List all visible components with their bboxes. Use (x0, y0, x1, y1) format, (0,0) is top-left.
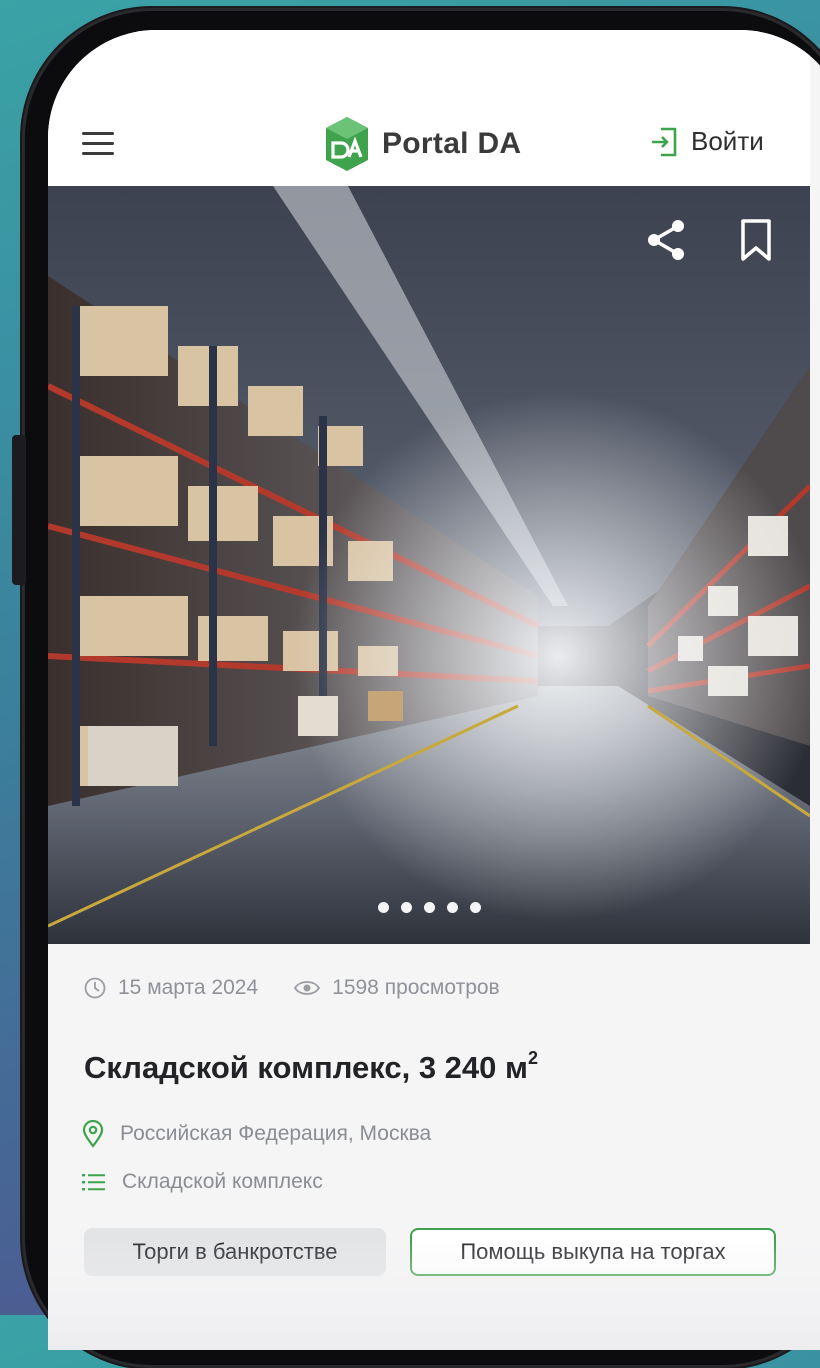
login-label: Войти (691, 126, 764, 156)
phone-side-button (12, 435, 26, 585)
listing-location: Российская Федерация, Москва (82, 1120, 431, 1148)
warehouse-photo (48, 186, 810, 944)
share-icon[interactable] (644, 218, 688, 262)
location-text: Российская Федерация, Москва (120, 1122, 432, 1145)
gallery-dot[interactable] (469, 902, 481, 913)
area-unit-superscript: 2 (527, 1048, 538, 1068)
photo-gallery[interactable] (48, 186, 810, 944)
tag-auction-buyout-help[interactable]: Помощь выкупа на торгах (410, 1228, 776, 1276)
listing-title-text: Складской комплекс, 3 240 м (84, 1050, 528, 1085)
clock-icon (84, 977, 106, 999)
bookmark-icon[interactable] (738, 218, 774, 262)
brand-logo[interactable]: Portal DA (324, 114, 521, 174)
logo-mark (326, 117, 368, 171)
views-counter: 1598 просмотров (294, 976, 500, 1000)
listing-meta: 15 марта 2024 1598 просмотров (84, 976, 500, 1000)
views-count: 1598 просмотров (332, 976, 500, 999)
listing-title: Складской комплекс, 3 240 м2 (84, 1048, 538, 1086)
gallery-dot[interactable] (377, 902, 389, 913)
category-text: Складской комплекс (122, 1170, 323, 1193)
top-bar: Portal DA Войти (48, 30, 810, 186)
location-pin-icon (82, 1120, 104, 1148)
brand-name: Portal DA (382, 127, 522, 160)
gallery-dot[interactable] (400, 902, 412, 913)
menu-icon[interactable] (82, 132, 114, 156)
listing-category: Складской комплекс (82, 1170, 323, 1194)
login-icon (652, 127, 677, 156)
eye-icon (294, 981, 321, 995)
gallery-dot[interactable] (446, 902, 458, 913)
publish-date: 15 марта 2024 (118, 976, 259, 999)
login-button[interactable]: Войти (651, 126, 764, 157)
app-screen: Portal DA Войти 15 марта 2024 1598 просм… (48, 30, 820, 1350)
list-icon (82, 1174, 105, 1191)
tag-bankruptcy-auction[interactable]: Торги в банкротстве (84, 1228, 386, 1276)
gallery-pagination (48, 902, 810, 913)
gallery-dot[interactable] (423, 902, 435, 913)
